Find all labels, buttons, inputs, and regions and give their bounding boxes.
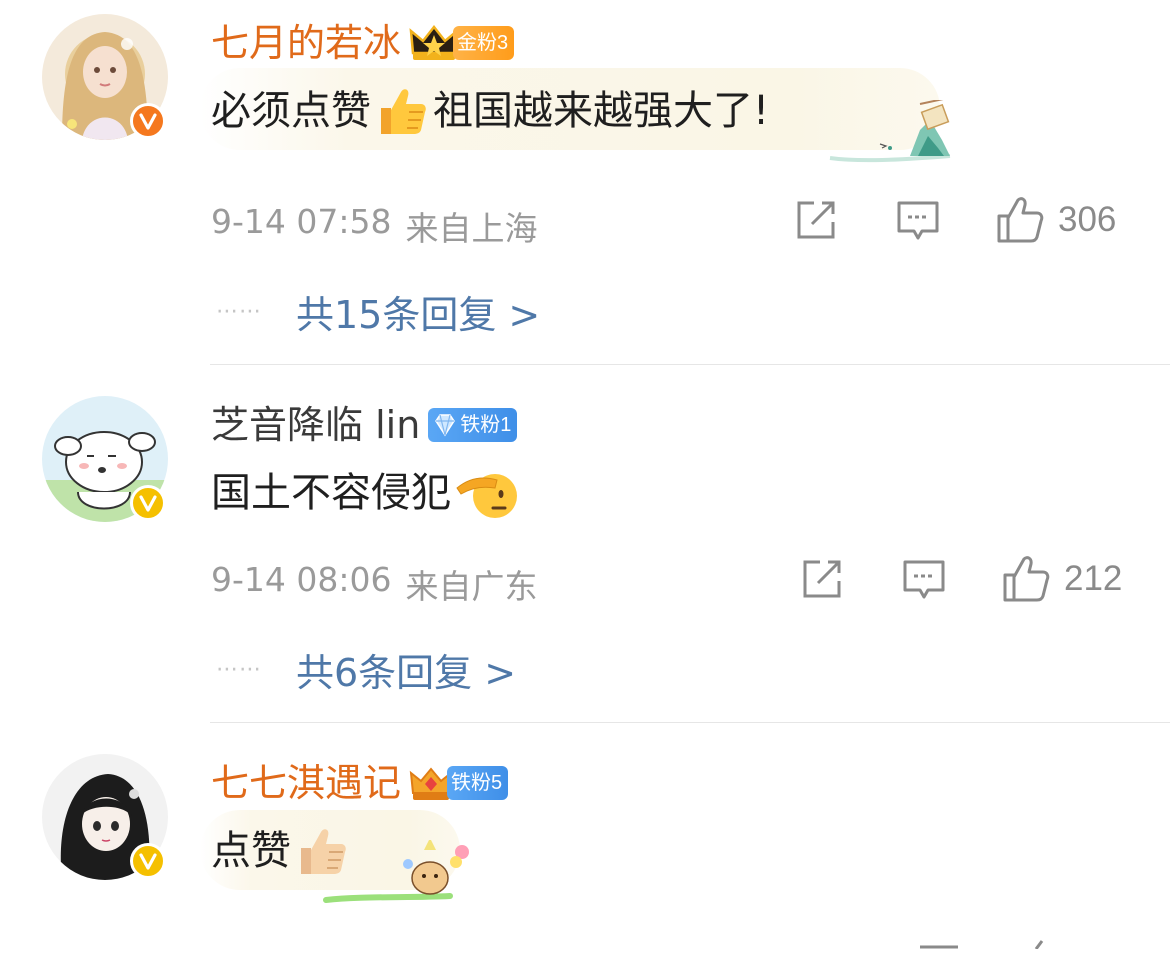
verified-v-icon	[139, 853, 157, 870]
comment-text: 点赞	[211, 824, 349, 878]
comment-text-part: 国土不容侵犯	[211, 470, 451, 516]
like-button[interactable]: 212	[1002, 555, 1122, 603]
verified-badge	[130, 103, 166, 139]
thumbs-up-emoji-icon	[381, 89, 426, 134]
comment-icon	[897, 201, 939, 240]
fan-badge-label: 铁粉5	[447, 766, 509, 800]
share-icon	[797, 201, 835, 239]
replies-count[interactable]: 共15条回复 >	[296, 284, 540, 339]
fan-badge-label: 铁粉1	[460, 414, 512, 436]
comment-divider	[210, 722, 1170, 723]
like-count: 306	[1058, 200, 1117, 239]
comment-text: 国土不容侵犯	[211, 466, 517, 520]
username[interactable]: 七月的若冰 金粉3	[211, 20, 515, 66]
comment-meta: 9-14 07:58 来自上海	[211, 202, 538, 250]
diamond-icon	[435, 414, 456, 437]
verified-v-icon	[139, 113, 157, 130]
comment-location: 来自上海	[405, 209, 538, 248]
thumbs-up-emoji-icon	[301, 829, 346, 874]
comment-icon	[903, 560, 945, 599]
username-text[interactable]: 芝音降临 lin	[211, 402, 420, 448]
comment-date: 9-14 07:58	[211, 202, 392, 241]
like-button[interactable]: 306	[996, 196, 1116, 244]
share-button[interactable]	[794, 198, 838, 242]
comment-button[interactable]	[896, 200, 940, 242]
username-text[interactable]: 七月的若冰	[211, 20, 401, 66]
share-button[interactable]	[800, 557, 844, 601]
fan-level-badge[interactable]: 铁粉1	[428, 408, 518, 442]
username-text[interactable]: 七七淇遇记	[211, 760, 401, 806]
comment-meta: 9-14 08:06 来自广东	[211, 560, 538, 608]
reply-dots: ⋯⋯	[216, 657, 262, 682]
comment-text-part: 必须点赞	[211, 88, 371, 134]
share-icon	[803, 560, 841, 598]
crown-icon	[409, 24, 459, 60]
fan-badge-label: 金粉3	[453, 26, 515, 60]
username[interactable]: 芝音降临 lin 铁粉1	[211, 402, 518, 448]
like-count: 212	[1064, 559, 1123, 598]
view-replies-link[interactable]: ⋯⋯ 共15条回复 >	[216, 284, 540, 339]
reply-dots: ⋯⋯	[216, 299, 262, 324]
replies-count[interactable]: 共6条回复 >	[296, 642, 516, 697]
comment-button[interactable]	[902, 559, 946, 601]
verified-badge	[130, 843, 166, 879]
bubble-landscape-decoration	[820, 97, 960, 174]
fan-level-badge[interactable]: 铁粉5	[409, 763, 509, 803]
comment-text: 必须点赞 祖国越来越强大了!	[211, 84, 769, 138]
fan-level-badge[interactable]: 金粉3	[409, 23, 515, 63]
comment-date: 9-14 08:06	[211, 560, 392, 599]
comment-text-part: 祖国越来越强大了!	[433, 88, 770, 134]
view-replies-link[interactable]: ⋯⋯ 共6条回复 >	[216, 642, 516, 697]
thumbs-up-icon	[1003, 556, 1050, 602]
comment-text-part: 点赞	[211, 828, 291, 874]
verified-badge	[130, 485, 166, 521]
comment-location: 来自广东	[405, 567, 538, 606]
comment-divider	[210, 364, 1170, 365]
thumbs-up-icon	[997, 197, 1044, 243]
username[interactable]: 七七淇遇记 铁粉5	[211, 760, 509, 806]
saluting-face-emoji-icon	[456, 474, 517, 518]
verified-v-icon	[139, 495, 157, 512]
